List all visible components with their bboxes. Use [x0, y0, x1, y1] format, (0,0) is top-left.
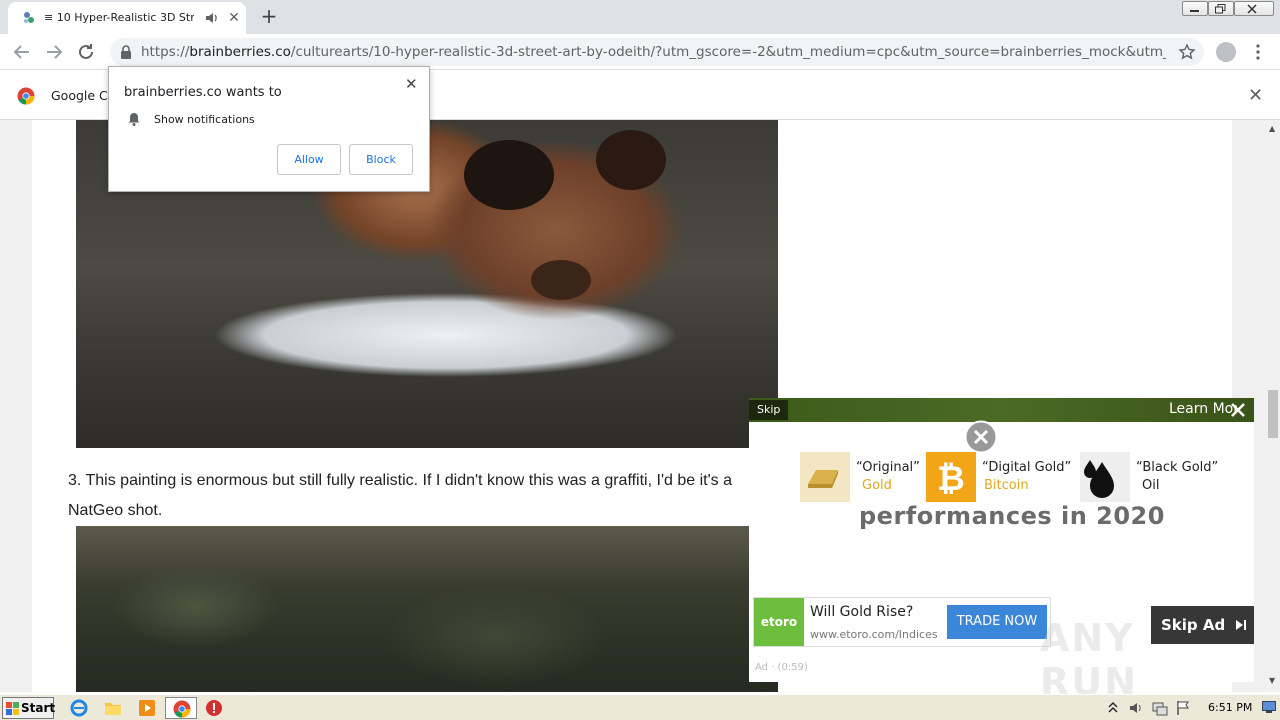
folder-icon[interactable] — [104, 699, 122, 717]
skull-eye-socket — [464, 140, 554, 210]
taskbar-chrome-button[interactable] — [165, 697, 197, 719]
asset-name: “Original” — [856, 460, 920, 475]
skull-eye-socket — [596, 130, 666, 190]
windows-logo-icon — [6, 702, 19, 715]
url-text[interactable]: https://brainberries.co/culturearts/10-h… — [141, 44, 1166, 60]
oil-drop-icon — [1080, 452, 1130, 502]
infobar-close-icon[interactable]: ✕ — [1248, 85, 1263, 106]
infobar-text: Google Ch — [51, 88, 116, 103]
address-bar[interactable]: https://brainberries.co/culturearts/10-h… — [110, 38, 1204, 66]
window-close-button[interactable] — [1234, 1, 1274, 16]
etoro-banner[interactable]: etoro Will Gold Rise? www.etoro.com/Indi… — [753, 597, 1051, 647]
chrome-logo-icon — [17, 87, 35, 105]
ad-skip-small-button[interactable]: Skip — [749, 400, 789, 420]
stop-sign-icon[interactable] — [205, 699, 223, 717]
trade-now-button[interactable]: TRADE NOW — [947, 605, 1047, 639]
article-paragraph: 3. This painting is enormous but still f… — [68, 472, 732, 519]
scroll-up-arrow-icon[interactable]: ▲ — [1269, 124, 1275, 133]
scroll-down-arrow-icon[interactable]: ▼ — [1269, 676, 1275, 685]
ad-close-icon[interactable] — [1229, 401, 1247, 419]
notification-permission-prompt: brainberries.co wants to ✕ Show notifica… — [108, 66, 430, 192]
windows-taskbar: Start 6:51 PM — [0, 694, 1280, 720]
banner-title: Will Gold Rise? — [810, 604, 914, 620]
block-button[interactable]: Block — [349, 144, 413, 175]
browser-tab[interactable]: ≡ 10 Hyper-Realistic 3D Street ✕ — [8, 2, 246, 34]
tab-title: ≡ 10 Hyper-Realistic 3D Street — [44, 11, 194, 24]
bookmark-star-icon[interactable] — [1178, 43, 1196, 61]
asset-name: “Black Gold” — [1136, 460, 1219, 475]
back-arrow-icon[interactable] — [10, 40, 34, 64]
menu-dots-icon[interactable] — [1252, 43, 1264, 61]
ad-timer: Ad · (0:59) — [755, 662, 808, 673]
etoro-logo: etoro — [754, 598, 804, 646]
allow-button[interactable]: Allow — [277, 144, 341, 175]
skip-next-icon — [1236, 620, 1246, 630]
restore-icon — [1215, 4, 1226, 14]
profile-avatar-icon[interactable] — [1216, 42, 1236, 62]
url-scheme: https:// — [141, 44, 190, 60]
internet-explorer-icon[interactable] — [70, 699, 88, 717]
close-icon — [1247, 4, 1257, 14]
bell-icon — [128, 113, 140, 126]
lock-icon[interactable] — [120, 45, 132, 59]
page-scrollbar[interactable]: ▲ ▼ — [1266, 120, 1280, 692]
svg-text:₿: ₿ — [937, 459, 965, 499]
asset-subtitle: Bitcoin — [984, 478, 1029, 493]
gold-bar-icon — [800, 452, 850, 502]
tab-strip: ≡ 10 Hyper-Realistic 3D Street ✕ + — [0, 0, 1280, 34]
show-desktop-icon[interactable] — [1262, 701, 1276, 713]
minimize-icon — [1190, 10, 1199, 12]
chrome-taskbar-icon — [173, 700, 191, 718]
ad-top-bar: Skip Learn More — [749, 398, 1254, 422]
circle-close-icon[interactable] — [964, 420, 998, 454]
asset-name: “Digital Gold” — [982, 460, 1072, 475]
permission-text: Show notifications — [154, 113, 255, 126]
network-icon[interactable] — [1152, 700, 1168, 716]
site-favicon-icon — [24, 12, 34, 23]
scroll-thumb[interactable] — [1268, 390, 1278, 438]
url-host: brainberries.co — [189, 44, 291, 60]
url-path: /culturearts/10-hyper-realistic-3d-stree… — [290, 44, 1166, 60]
reload-icon[interactable] — [74, 40, 98, 64]
browser-toolbar: https://brainberries.co/culturearts/10-h… — [0, 34, 1280, 70]
asset-subtitle: Gold — [862, 478, 892, 493]
volume-icon[interactable] — [1128, 700, 1144, 716]
forest-street-art-image — [76, 526, 778, 692]
speaker-icon[interactable] — [204, 10, 220, 26]
prompt-close-icon[interactable]: ✕ — [405, 75, 418, 93]
media-player-icon[interactable] — [138, 699, 156, 717]
asset-subtitle: Oil — [1142, 478, 1160, 493]
learn-more-link[interactable]: Learn More — [1169, 401, 1237, 417]
watermark-text: ANY RUN — [1040, 616, 1138, 704]
screen: ≡ 10 Hyper-Realistic 3D Street ✕ + — [0, 0, 1280, 720]
ad-headline: performances in 2020 — [859, 502, 1165, 530]
start-label: Start — [21, 701, 56, 715]
start-button[interactable]: Start — [2, 697, 56, 719]
tray-expand-icon[interactable] — [1108, 701, 1118, 715]
restore-button[interactable] — [1208, 1, 1234, 16]
banner-url: www.etoro.com/Indices — [810, 628, 938, 641]
prompt-title: brainberries.co wants to — [124, 85, 282, 100]
taskbar-clock: 6:51 PM — [1208, 701, 1253, 714]
tab-close-icon[interactable]: ✕ — [226, 10, 242, 26]
bitcoin-icon: ₿ — [926, 452, 976, 502]
action-center-flag-icon[interactable] — [1176, 700, 1190, 716]
anyrun-watermark: ANY RUN — [1040, 606, 1230, 704]
minimize-button[interactable] — [1182, 1, 1208, 16]
forward-arrow-icon[interactable] — [42, 40, 66, 64]
skull-nose-cavity — [531, 260, 591, 300]
new-tab-button[interactable]: + — [258, 5, 280, 27]
